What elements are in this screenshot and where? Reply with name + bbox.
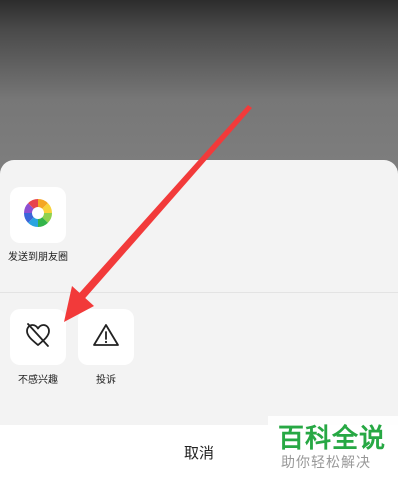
watermark-subtitle: 助你轻松解决 bbox=[281, 455, 371, 471]
report-label: 投诉 bbox=[96, 375, 116, 386]
broken-heart-icon bbox=[24, 322, 52, 352]
watermark-title: 百科全说 bbox=[278, 424, 387, 454]
not-interested-label: 不感兴趣 bbox=[18, 375, 58, 386]
warning-triangle-icon bbox=[92, 322, 120, 352]
not-interested-button[interactable] bbox=[10, 309, 66, 365]
moments-shutter-icon bbox=[23, 198, 53, 232]
moments-share-label: 发送到朋友圈 bbox=[8, 252, 68, 263]
cancel-label: 取消 bbox=[183, 443, 214, 462]
watermark: 百科全说 助你轻松解决 bbox=[268, 416, 398, 479]
row-divider bbox=[0, 292, 398, 293]
report-button[interactable] bbox=[78, 309, 134, 365]
moments-share-button[interactable] bbox=[10, 187, 66, 243]
